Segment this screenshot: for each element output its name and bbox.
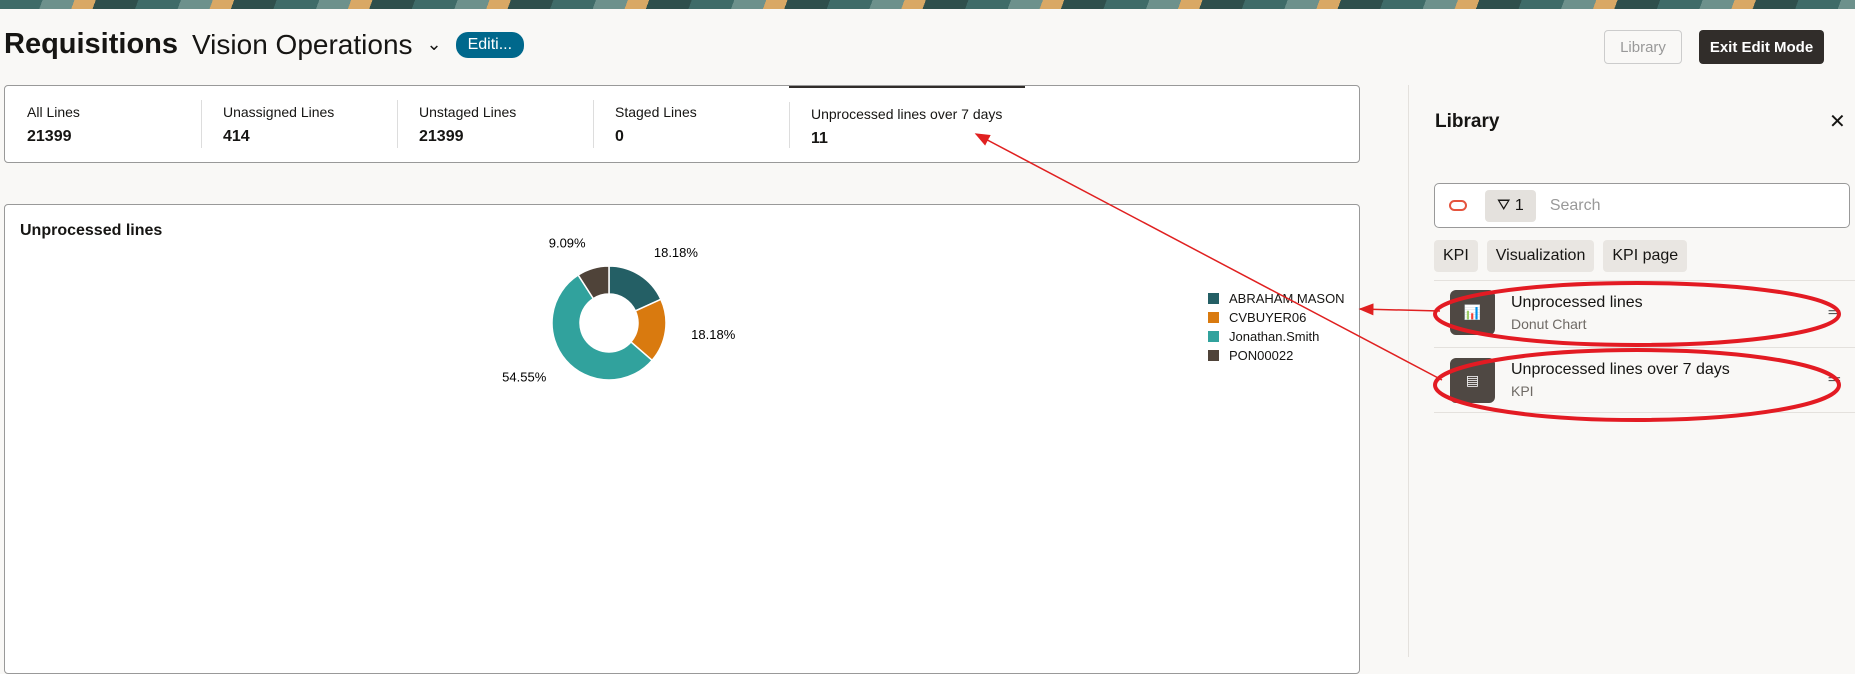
- chevron-down-icon[interactable]: ⌄: [427, 34, 442, 55]
- search-field[interactable]: ⛛ 1 Search: [1434, 183, 1850, 228]
- chart-legend: ABRAHAM.MASON CVBUYER06 Jonathan.Smith P…: [1208, 289, 1345, 365]
- library-panel: Library ✕ ⛛ 1 Search KPI Visualization K…: [1408, 85, 1855, 657]
- library-button[interactable]: Library: [1604, 30, 1682, 64]
- library-item[interactable]: 📊 Unprocessed lines Donut Chart ═: [1434, 280, 1855, 344]
- chip-kpi-page[interactable]: KPI page: [1603, 240, 1688, 272]
- donut-chart: 18.18% 18.18% 54.55% 9.09%: [502, 235, 736, 384]
- legend-label: Jonathan.Smith: [1229, 329, 1320, 344]
- kpi-staged-lines[interactable]: Staged Lines 0: [593, 86, 789, 162]
- kpi-label: Staged Lines: [615, 104, 697, 120]
- exit-edit-mode-button[interactable]: Exit Edit Mode: [1699, 30, 1824, 64]
- filter-button[interactable]: ⛛ 1: [1485, 189, 1536, 222]
- legend-swatch: [1208, 312, 1219, 323]
- edit-mode-badge[interactable]: Editi...: [455, 31, 525, 58]
- close-icon[interactable]: ✕: [1829, 109, 1846, 134]
- search-input[interactable]: Search: [1550, 197, 1601, 215]
- data-label: 18.18%: [654, 245, 699, 260]
- page-header: Requisitions Vision Operations ⌄ Editi..…: [4, 28, 525, 61]
- kpi-label: All Lines: [27, 104, 80, 120]
- item-type: KPI: [1511, 383, 1534, 399]
- data-label: 18.18%: [691, 327, 736, 342]
- library-item[interactable]: ▤ Unprocessed lines over 7 days KPI ═: [1434, 347, 1855, 413]
- item-title: Unprocessed lines over 7 days: [1511, 361, 1730, 378]
- kpi-unprocessed-over-7-days[interactable]: Unprocessed lines over 7 days 11: [789, 86, 1025, 162]
- legend-label: ABRAHAM.MASON: [1229, 291, 1345, 306]
- legend-item[interactable]: CVBUYER06: [1208, 308, 1345, 327]
- data-label: 9.09%: [549, 235, 586, 250]
- legend-swatch: [1208, 331, 1219, 342]
- legend-label: CVBUYER06: [1229, 310, 1307, 325]
- kpi-value: 21399: [419, 128, 464, 145]
- drag-handle-icon[interactable]: ═: [1829, 371, 1840, 389]
- legend-swatch: [1208, 293, 1219, 304]
- filter-count: 1: [1514, 196, 1524, 214]
- kpi-all-lines[interactable]: All Lines 21399: [5, 86, 201, 162]
- kpi-label: Unassigned Lines: [223, 104, 335, 120]
- page-title: Requisitions: [4, 28, 179, 60]
- kpi-value: 0: [615, 128, 624, 145]
- library-title: Library: [1435, 111, 1500, 132]
- legend-item[interactable]: ABRAHAM.MASON: [1208, 289, 1345, 308]
- kpi-label: Unstaged Lines: [419, 104, 517, 120]
- filter-chips: KPI Visualization KPI page: [1434, 240, 1688, 272]
- kpi-bar: All Lines 21399 Unassigned Lines 414 Unsta…: [4, 85, 1360, 163]
- legend-label: PON00022: [1229, 348, 1294, 363]
- chip-visualization[interactable]: Visualization: [1486, 240, 1595, 272]
- data-label: 54.55%: [502, 369, 547, 384]
- kpi-icon: ▤: [1450, 357, 1495, 403]
- bar-chart-icon: 📊: [1450, 290, 1495, 335]
- legend-item[interactable]: Jonathan.Smith: [1208, 327, 1345, 346]
- kpi-value: 21399: [27, 128, 72, 145]
- chip-kpi[interactable]: KPI: [1434, 240, 1478, 272]
- legend-swatch: [1208, 350, 1219, 361]
- org-selector[interactable]: Vision Operations: [192, 29, 413, 61]
- kpi-value: 414: [223, 128, 250, 145]
- kpi-unstaged-lines[interactable]: Unstaged Lines 21399: [397, 86, 593, 162]
- item-title: Unprocessed lines: [1511, 293, 1643, 311]
- kpi-value: 11: [811, 130, 828, 147]
- kpi-label: Unprocessed lines over 7 days: [811, 106, 1003, 122]
- header-banner: [0, 0, 1855, 9]
- kpi-unassigned-lines[interactable]: Unassigned Lines 414: [201, 86, 397, 162]
- item-type: Donut Chart: [1511, 315, 1587, 332]
- funnel-icon: ⛛: [1497, 196, 1511, 214]
- legend-item[interactable]: PON00022: [1208, 346, 1345, 365]
- oracle-logo-icon: [1449, 200, 1467, 211]
- drag-handle-icon[interactable]: ═: [1829, 304, 1840, 322]
- donut-chart-card: Unprocessed lines 18.18% 18.18% 54.55% 9.09…: [4, 204, 1360, 674]
